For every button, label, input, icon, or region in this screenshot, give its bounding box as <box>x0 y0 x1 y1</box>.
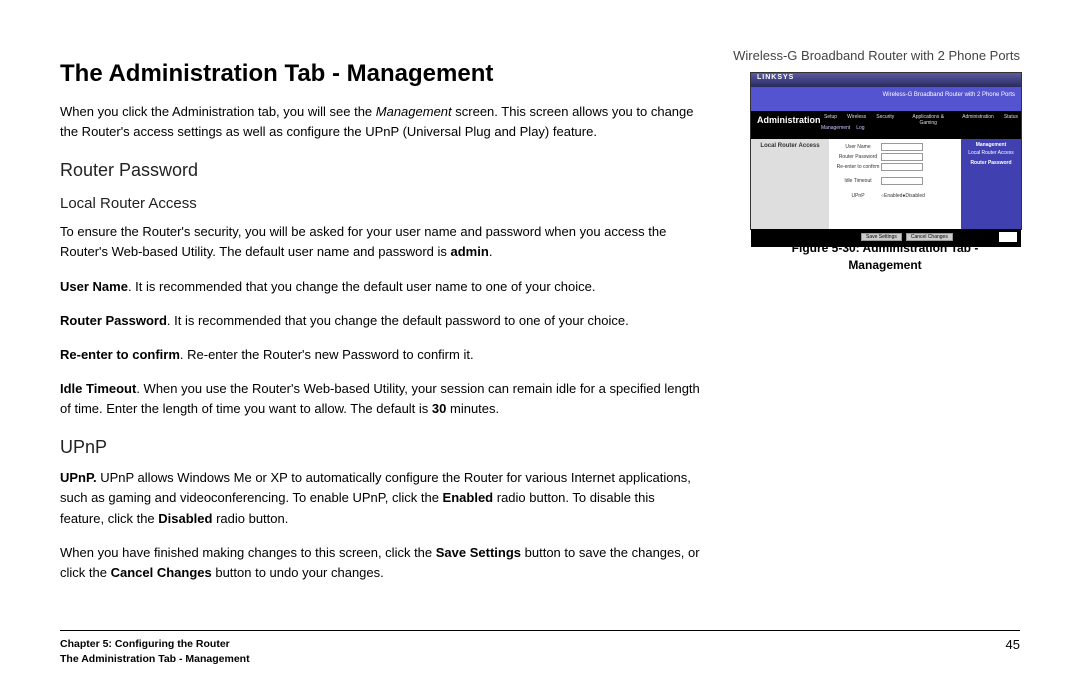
ss-input <box>881 177 923 185</box>
ss-section-label: Administration <box>757 115 821 125</box>
lra-intro-post: . <box>489 244 493 259</box>
lra-intro-bold: admin <box>451 244 489 259</box>
cisco-icon <box>999 232 1017 242</box>
ss-right-title: Management <box>964 142 1018 148</box>
ss-subtabs: Management Log <box>821 125 865 131</box>
item-idle-timeout: Idle Timeout. When you use the Router's … <box>60 379 700 419</box>
linksys-logo: LINKSYS <box>757 74 794 81</box>
ss-left-panel: Local Router Access <box>751 139 829 229</box>
idle-timeout-pre: . When you use the Router's Web-based Ut… <box>60 381 700 416</box>
footer-chapter: Chapter 5: Configuring the Router <box>60 637 1020 653</box>
ss-subtab: Management <box>821 125 850 131</box>
ss-radio-label: Enabled <box>884 193 902 199</box>
ss-subtab: Log <box>856 125 864 131</box>
upnp-heading: UPnP <box>60 437 700 458</box>
ss-right-subsub: Router Password <box>964 160 1018 166</box>
ss-body: Local Router Access User Name Router Pas… <box>751 139 1021 229</box>
upnp-p1-b2: Disabled <box>158 511 212 526</box>
upnp-p2-b1: Save Settings <box>436 545 521 560</box>
item-router-password: Router Password. It is recommended that … <box>60 311 700 331</box>
ss-tab: Security <box>873 113 897 127</box>
figure-container: LINKSYS Wireless-G Broadband Router with… <box>750 72 1020 274</box>
idle-timeout-bold: 30 <box>432 401 446 416</box>
ss-right-sub: Local Router Access <box>964 150 1018 156</box>
upnp-p2-pre: When you have finished making changes to… <box>60 545 436 560</box>
ss-field-label: Idle Timeout <box>835 178 881 184</box>
idle-timeout-post: minutes. <box>446 401 499 416</box>
ss-input <box>881 163 923 171</box>
local-router-access-heading: Local Router Access <box>60 195 700 212</box>
user-name-label: User Name <box>60 279 128 294</box>
ss-tabrow: Administration Setup Wireless Security A… <box>751 111 1021 139</box>
upnp-p1-post: radio button. <box>212 511 288 526</box>
footer-section: The Administration Tab - Management <box>60 652 1020 668</box>
product-header: Wireless-G Broadband Router with 2 Phone… <box>733 48 1020 63</box>
ss-right-panel: Management Local Router Access Router Pa… <box>961 139 1021 229</box>
reenter-text: . Re-enter the Router's new Password to … <box>180 347 474 362</box>
caption-line2: Management <box>848 258 921 272</box>
upnp-paragraph-1: UPnP. UPnP allows Windows Me or XP to au… <box>60 468 700 528</box>
upnp-paragraph-2: When you have finished making changes to… <box>60 543 700 583</box>
ss-field-label: User Name <box>835 144 881 150</box>
item-user-name: User Name. It is recommended that you ch… <box>60 277 700 297</box>
upnp-p2-b2: Cancel Changes <box>111 565 212 580</box>
ss-titlebar: LINKSYS <box>751 73 1021 87</box>
upnp-p1-label: UPnP. <box>60 470 97 485</box>
user-name-text: . It is recommended that you change the … <box>128 279 596 294</box>
ss-footer: Save Settings Cancel Changes <box>751 229 1021 247</box>
ss-center-panel: User Name Router Password Re-enter to co… <box>829 139 961 229</box>
ss-cancel-button: Cancel Changes <box>906 233 953 241</box>
reenter-label: Re-enter to confirm <box>60 347 180 362</box>
ss-radio-label: Disabled <box>905 193 924 199</box>
ss-field-label: Router Password <box>835 154 881 160</box>
ss-field-label: UPnP <box>835 193 881 199</box>
router-screenshot: LINKSYS Wireless-G Broadband Router with… <box>750 72 1022 230</box>
page-title: The Administration Tab - Management <box>60 60 700 88</box>
ss-product: Wireless-G Broadband Router with 2 Phone… <box>883 92 1015 98</box>
ss-tab: Administration <box>959 113 997 127</box>
lra-intro-pre: To ensure the Router's security, you wil… <box>60 224 666 259</box>
upnp-p1-b1: Enabled <box>443 490 494 505</box>
ss-tab: Applications & Gaming <box>901 113 955 127</box>
router-password-label: Router Password <box>60 313 167 328</box>
ss-input <box>881 143 923 151</box>
local-access-intro: To ensure the Router's security, you wil… <box>60 222 700 262</box>
page-footer: Chapter 5: Configuring the Router The Ad… <box>60 630 1020 669</box>
ss-input <box>881 153 923 161</box>
intro-italic: Management <box>376 104 452 119</box>
ss-tab: Status <box>1001 113 1021 127</box>
upnp-p2-post: button to undo your changes. <box>212 565 384 580</box>
item-reenter: Re-enter to confirm. Re-enter the Router… <box>60 345 700 365</box>
router-password-text: . It is recommended that you change the … <box>167 313 629 328</box>
ss-save-button: Save Settings <box>861 233 902 241</box>
intro-paragraph: When you click the Administration tab, y… <box>60 102 700 142</box>
router-password-heading: Router Password <box>60 160 700 181</box>
page-number: 45 <box>1006 637 1020 652</box>
idle-timeout-label: Idle Timeout <box>60 381 136 396</box>
intro-pre: When you click the Administration tab, y… <box>60 104 376 119</box>
ss-header: Wireless-G Broadband Router with 2 Phone… <box>751 87 1021 111</box>
ss-field-label: Re-enter to confirm <box>835 164 881 170</box>
